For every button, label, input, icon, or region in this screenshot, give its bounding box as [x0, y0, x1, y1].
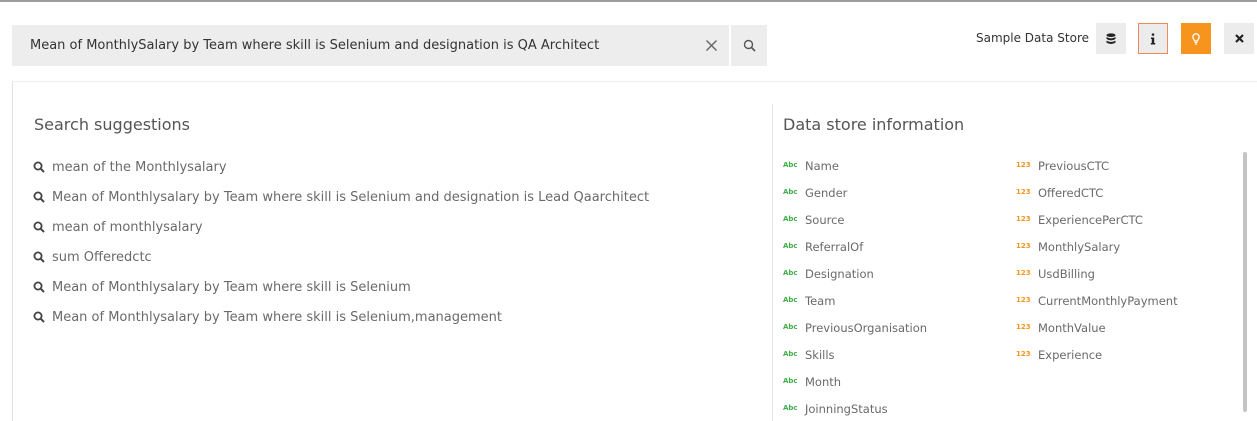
suggestion-list: mean of the Monthlysalary Mean of Monthl…	[33, 152, 649, 332]
text-type-icon: Abc	[783, 350, 798, 358]
field-item[interactable]: Abc JoinningStatus	[783, 395, 927, 421]
field-item[interactable]: Abc Skills	[783, 341, 927, 368]
field-item[interactable]: Abc ReferralOf	[783, 233, 927, 260]
field-name: OfferedCTC	[1038, 185, 1104, 200]
close-icon	[705, 39, 717, 52]
number-type-icon: 123	[1016, 188, 1031, 196]
search-button[interactable]	[731, 25, 767, 66]
search-icon	[33, 191, 45, 203]
field-item[interactable]: Abc Month	[783, 368, 927, 395]
suggestion-item[interactable]: Mean of Monthlysalary by Team where skil…	[33, 272, 649, 302]
field-item[interactable]: Abc Name	[783, 152, 927, 179]
info-icon	[1150, 33, 1156, 44]
number-type-icon: 123	[1016, 323, 1031, 331]
text-field-list: Abc Name Abc Gender Abc Source Abc ReferralO…	[783, 152, 927, 421]
search-icon	[33, 251, 45, 263]
close-icon	[1234, 34, 1244, 43]
search-suggestions-title: Search suggestions	[34, 115, 191, 134]
number-type-icon: 123	[1016, 296, 1031, 304]
suggestion-text: Mean of Monthlysalary by Team where skil…	[52, 189, 650, 205]
data-store-info-title: Data store information	[783, 115, 965, 134]
text-type-icon: Abc	[783, 188, 798, 196]
suggestion-text: Mean of Monthlysalary by Team where skil…	[52, 309, 502, 325]
field-name: Month	[805, 374, 842, 389]
info-button[interactable]	[1138, 23, 1168, 54]
search-icon	[33, 311, 45, 323]
suggestion-text: Mean of Monthlysalary by Team where skil…	[52, 279, 411, 295]
field-name: PreviousOrganisation	[805, 320, 928, 335]
field-name: MonthValue	[1038, 320, 1106, 335]
field-name: UsdBilling	[1038, 266, 1095, 281]
suggestion-item[interactable]: Mean of Monthlysalary by Team where skil…	[33, 302, 649, 332]
suggestion-text: mean of monthlysalary	[52, 219, 203, 235]
column-divider	[772, 104, 773, 421]
suggestion-item[interactable]: sum Offeredctc	[33, 242, 649, 272]
text-type-icon: Abc	[783, 269, 798, 277]
scrollbar-thumb[interactable]	[1243, 152, 1247, 412]
search-input[interactable]: Mean of MonthlySalary by Team where skil…	[12, 38, 693, 53]
search-icon	[33, 221, 45, 233]
field-item[interactable]: Abc Team	[783, 287, 927, 314]
text-type-icon: Abc	[783, 161, 798, 169]
suggestions-panel: Search suggestions mean of the Monthlysa…	[12, 81, 1257, 421]
field-item[interactable]: 123 UsdBilling	[1016, 260, 1178, 287]
field-name: JoinningStatus	[805, 401, 888, 416]
search-icon	[33, 281, 45, 293]
field-item[interactable]: Abc PreviousOrganisation	[783, 314, 927, 341]
field-item[interactable]: 123 ExperiencePerCTC	[1016, 206, 1178, 233]
field-item[interactable]: Abc Source	[783, 206, 927, 233]
field-item[interactable]: 123 MonthlySalary	[1016, 233, 1178, 260]
number-field-list: 123 PreviousCTC 123 OfferedCTC 123 Experien…	[1016, 152, 1178, 368]
field-item[interactable]: 123 MonthValue	[1016, 314, 1178, 341]
field-name: MonthlySalary	[1038, 239, 1121, 254]
clear-search-button[interactable]	[693, 25, 729, 66]
number-type-icon: 123	[1016, 350, 1031, 358]
suggestion-item[interactable]: Mean of Monthlysalary by Team where skil…	[33, 182, 649, 212]
field-item[interactable]: 123 PreviousCTC	[1016, 152, 1178, 179]
field-item[interactable]: Abc Gender	[783, 179, 927, 206]
close-button[interactable]	[1224, 23, 1254, 54]
field-name: Team	[805, 293, 836, 308]
suggestion-item[interactable]: mean of monthlysalary	[33, 212, 649, 242]
suggestion-text: sum Offeredctc	[52, 249, 152, 265]
data-store-label: Sample Data Store	[976, 31, 1089, 45]
field-name: ExperiencePerCTC	[1038, 212, 1143, 227]
number-type-icon: 123	[1016, 215, 1031, 223]
data-store-button[interactable]	[1096, 23, 1126, 54]
search-icon	[743, 39, 756, 52]
field-name: Gender	[805, 185, 848, 200]
text-type-icon: Abc	[783, 404, 798, 412]
field-name: Source	[805, 212, 845, 227]
field-name: Experience	[1038, 347, 1103, 362]
number-type-icon: 123	[1016, 269, 1031, 277]
field-item[interactable]: 123 CurrentMonthlyPayment	[1016, 287, 1178, 314]
field-item[interactable]: 123 Experience	[1016, 341, 1178, 368]
field-name: PreviousCTC	[1038, 158, 1110, 173]
text-type-icon: Abc	[783, 242, 798, 250]
field-item[interactable]: 123 OfferedCTC	[1016, 179, 1178, 206]
top-rule	[0, 0, 1257, 2]
insights-button[interactable]	[1181, 23, 1211, 54]
suggestion-item[interactable]: mean of the Monthlysalary	[33, 152, 649, 182]
suggestion-text: mean of the Monthlysalary	[52, 159, 227, 175]
number-type-icon: 123	[1016, 242, 1031, 250]
text-type-icon: Abc	[783, 215, 798, 223]
field-name: Designation	[805, 266, 874, 281]
text-type-icon: Abc	[783, 377, 798, 385]
number-type-icon: 123	[1016, 161, 1031, 169]
search-bar: Mean of MonthlySalary by Team where skil…	[12, 25, 729, 66]
field-item[interactable]: Abc Designation	[783, 260, 927, 287]
field-name: ReferralOf	[805, 239, 864, 254]
lightbulb-icon	[1192, 32, 1200, 45]
text-type-icon: Abc	[783, 323, 798, 331]
field-name: CurrentMonthlyPayment	[1038, 293, 1178, 308]
search-icon	[33, 161, 45, 173]
field-name: Skills	[805, 347, 835, 362]
field-name: Name	[805, 158, 839, 173]
database-icon	[1106, 32, 1116, 44]
text-type-icon: Abc	[783, 296, 798, 304]
